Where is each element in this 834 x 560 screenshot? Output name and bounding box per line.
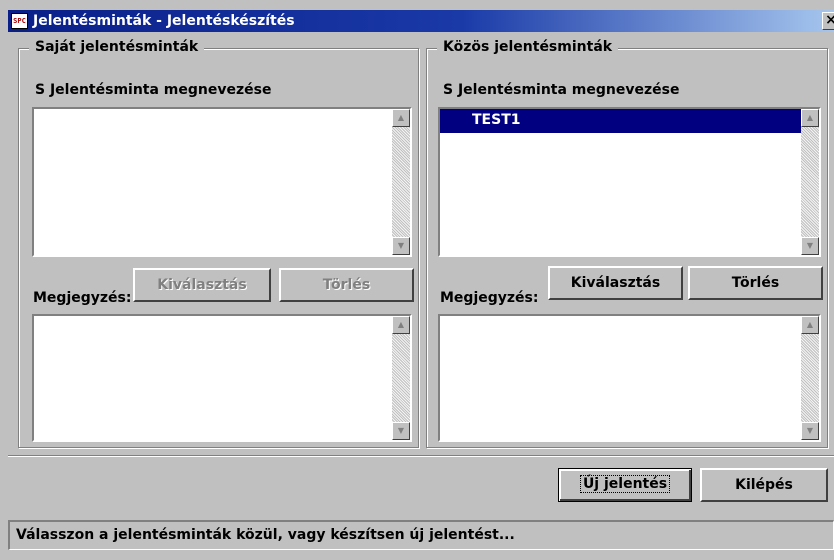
own-note-label: Megjegyzés: (33, 290, 132, 306)
new-report-button-label: Új jelentés (579, 475, 671, 493)
title-bar[interactable]: SPC Jelentésminták - Jelentéskészítés × (8, 10, 834, 32)
own-templates-title: Saját jelentésminták (29, 39, 205, 55)
exit-button-label: Kilépés (735, 477, 793, 493)
shared-templates-column-header: S Jelentésminta megnevezése (443, 82, 680, 98)
own-templates-list-area[interactable] (34, 109, 392, 255)
app-icon: SPC (11, 13, 28, 29)
shared-note-scrollbar[interactable]: ▲ ▼ (801, 316, 819, 440)
shared-templates-list[interactable]: TEST1 ▲ ▼ (438, 107, 821, 257)
shared-delete-button[interactable]: Törlés (688, 266, 823, 300)
report-templates-window: SPC Jelentésminták - Jelentéskészítés × … (0, 0, 834, 560)
scroll-down-icon[interactable]: ▼ (392, 237, 410, 255)
scroll-down-icon[interactable]: ▼ (801, 237, 819, 255)
own-delete-button-label: Törlés (322, 277, 371, 293)
own-templates-list[interactable]: ▲ ▼ (32, 107, 412, 257)
scroll-up-icon[interactable]: ▲ (392, 109, 410, 127)
shared-templates-title: Közös jelentésminták (437, 39, 619, 55)
own-templates-scrollbar[interactable]: ▲ ▼ (392, 109, 410, 255)
scroll-down-icon[interactable]: ▼ (392, 422, 410, 440)
own-note-box[interactable]: ▲ ▼ (32, 314, 412, 442)
scroll-up-icon[interactable]: ▲ (392, 316, 410, 334)
own-select-button-label: Kiválasztás (157, 277, 247, 293)
own-select-button[interactable]: Kiválasztás (133, 268, 271, 302)
status-bar: Válasszon a jelentésminták közül, vagy k… (8, 520, 834, 550)
shared-note-text[interactable] (440, 316, 801, 440)
scroll-down-icon[interactable]: ▼ (801, 422, 819, 440)
close-icon[interactable]: × (822, 12, 834, 30)
scroll-up-icon[interactable]: ▲ (801, 316, 819, 334)
own-note-scrollbar[interactable]: ▲ ▼ (392, 316, 410, 440)
own-note-text[interactable] (34, 316, 392, 440)
shared-note-label: Megjegyzés: (440, 290, 539, 306)
footer-separator (8, 455, 834, 457)
own-templates-column-header: S Jelentésminta megnevezése (35, 82, 272, 98)
shared-delete-button-label: Törlés (731, 275, 780, 291)
scroll-up-icon[interactable]: ▲ (801, 109, 819, 127)
status-text: Válasszon a jelentésminták közül, vagy k… (16, 527, 515, 543)
shared-note-box[interactable]: ▲ ▼ (438, 314, 821, 442)
shared-select-button[interactable]: Kiválasztás (548, 266, 683, 300)
shared-select-button-label: Kiválasztás (570, 275, 661, 291)
new-report-button[interactable]: Új jelentés (558, 468, 692, 502)
shared-templates-scrollbar[interactable]: ▲ ▼ (801, 109, 819, 255)
window-title: Jelentésminták - Jelentéskészítés (33, 13, 295, 29)
own-delete-button[interactable]: Törlés (279, 268, 414, 302)
list-item[interactable]: TEST1 (440, 109, 801, 133)
shared-templates-list-area[interactable]: TEST1 (440, 109, 801, 255)
exit-button[interactable]: Kilépés (700, 468, 828, 502)
